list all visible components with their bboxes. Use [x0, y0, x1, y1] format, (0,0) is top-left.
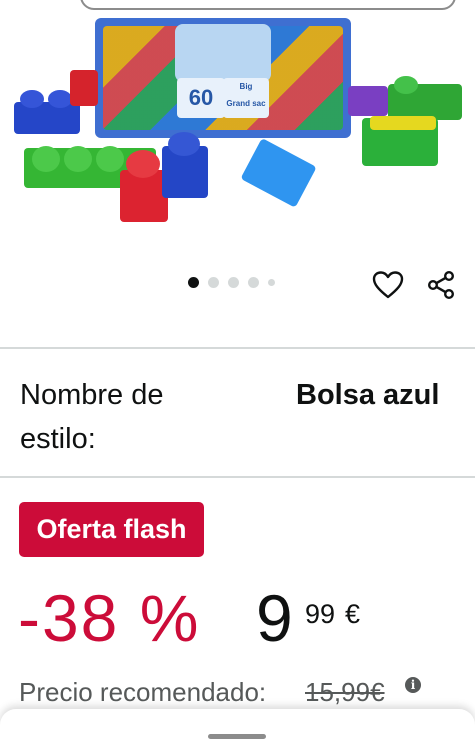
price-fraction: 99 [305, 599, 336, 629]
price-currency: € [345, 599, 361, 629]
drag-handle-icon[interactable] [208, 734, 266, 739]
blue-block-left [14, 102, 80, 134]
image-carousel-dots[interactable] [188, 277, 275, 288]
recommended-price-label: Precio recomendado: [19, 677, 267, 707]
product-image[interactable]: 60 Big Grand sac [0, 0, 475, 262]
discount-percentage: -38 % [18, 581, 201, 655]
share-button[interactable] [426, 270, 456, 300]
info-icon[interactable]: i [405, 677, 421, 693]
purple-block [348, 86, 388, 116]
carousel-dot[interactable] [208, 277, 219, 288]
style-label: Nombre de estilo: [20, 379, 164, 455]
carousel-dot[interactable] [228, 277, 239, 288]
section-divider [0, 347, 475, 349]
box-big-label: Big [239, 82, 253, 91]
recommended-price-value: 15,99€ [305, 677, 385, 707]
search-bar[interactable] [80, 0, 456, 10]
carousel-dot-active[interactable] [188, 277, 199, 288]
carousel-dot[interactable] [248, 277, 259, 288]
price-whole: 9 [256, 581, 293, 655]
wishlist-button[interactable] [372, 270, 404, 300]
box-grand-label: Grand sac [226, 99, 266, 108]
light-blue-block [240, 138, 317, 208]
red-block-left [70, 70, 98, 106]
bottom-sheet[interactable] [0, 709, 475, 753]
carousel-dot[interactable] [268, 279, 275, 286]
share-icon [428, 271, 455, 300]
product-bag: 60 Big Grand sac [95, 18, 351, 138]
section-divider [0, 476, 475, 478]
deal-badge: Oferta flash [19, 502, 204, 557]
heart-outline-icon [372, 271, 404, 299]
box-count-label: 60 [177, 78, 225, 118]
style-value[interactable]: Bolsa azul [296, 373, 456, 417]
